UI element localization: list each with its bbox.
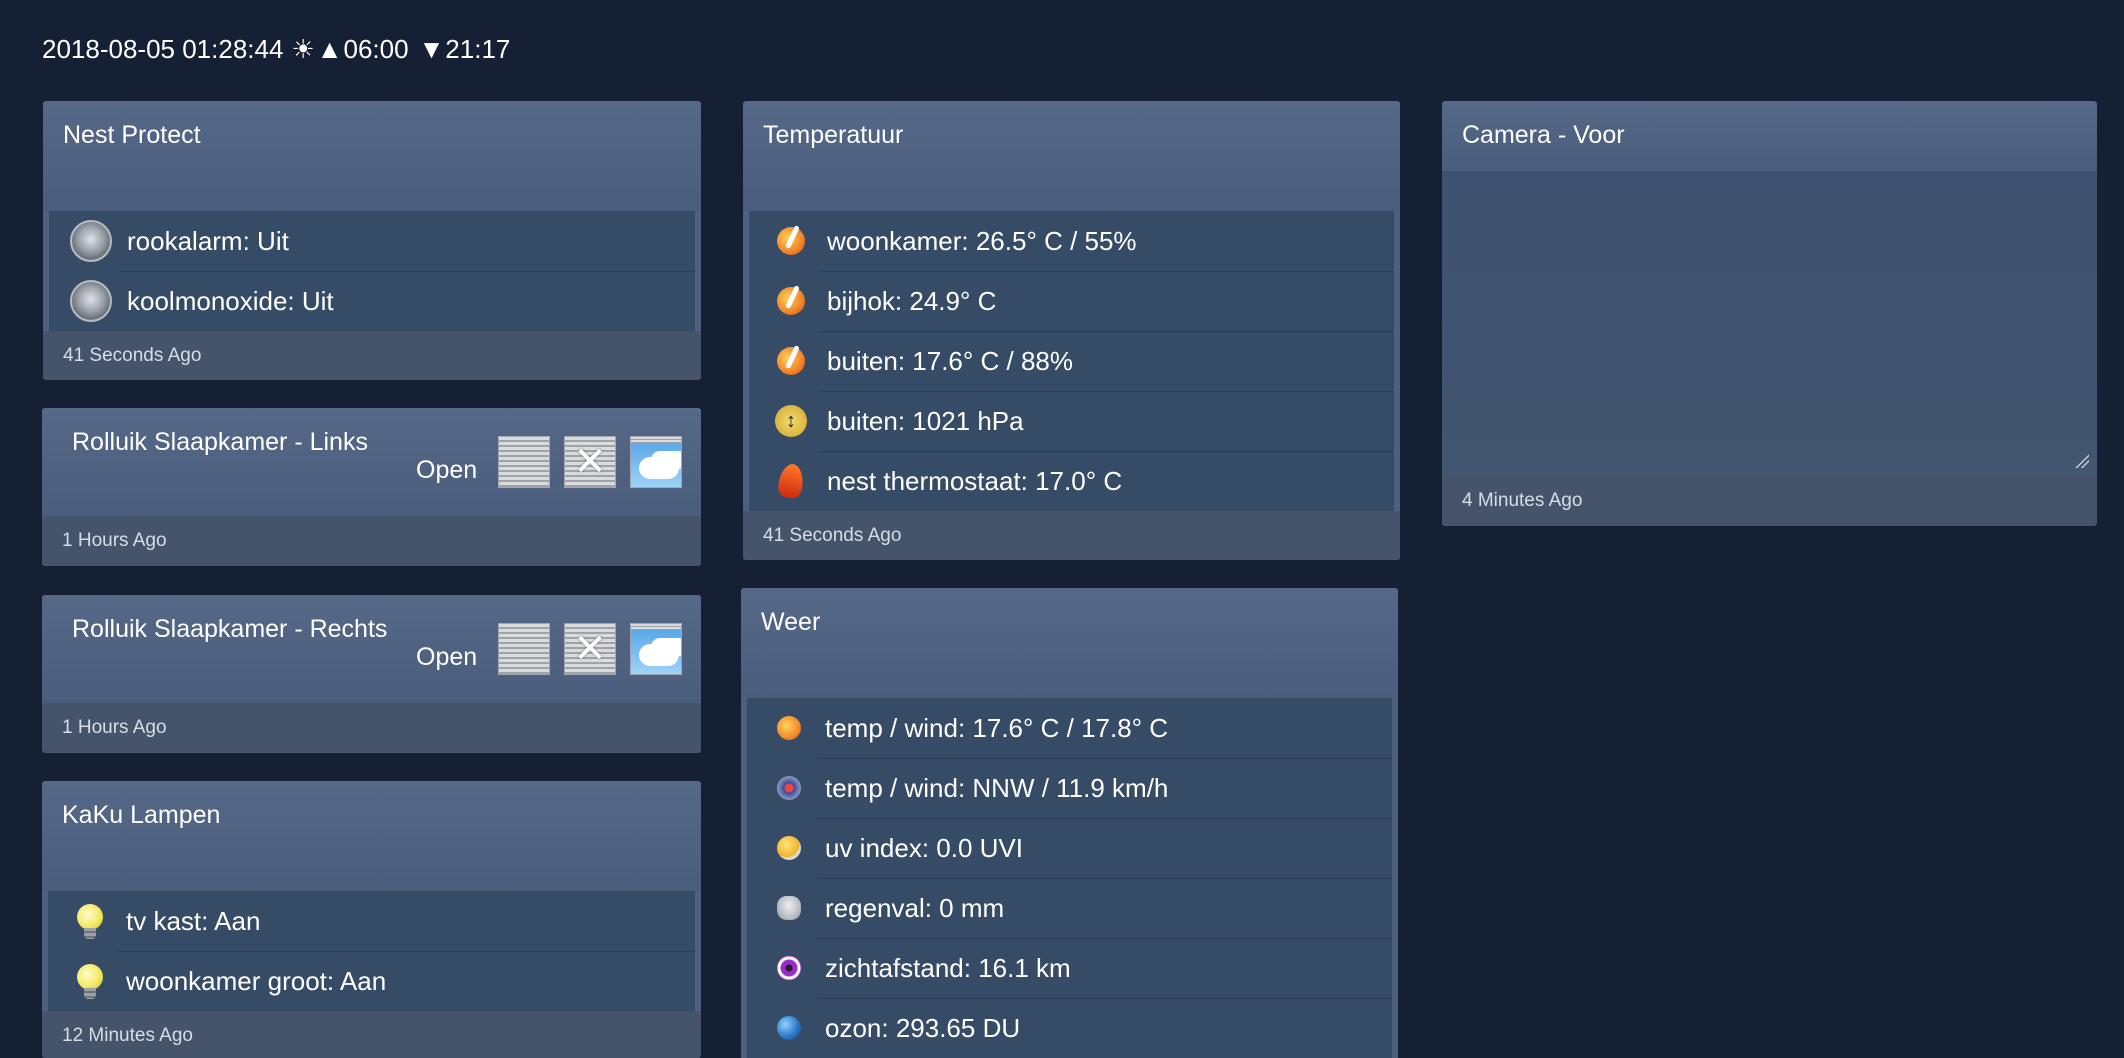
sunset-icon: ▼ — [418, 34, 445, 64]
smoke-detector-icon — [70, 280, 112, 322]
sunset-time: 21:17 — [445, 34, 511, 64]
card-title: Rolluik Slaapkamer - Rechts — [72, 615, 388, 643]
ozone-globe-icon — [777, 1016, 801, 1040]
smoke-detector-icon — [70, 220, 112, 262]
barometer-icon: ↕ — [775, 405, 807, 437]
thermometer-icon — [777, 227, 805, 255]
row-label: tv kast: Aan — [126, 905, 261, 936]
card-title: Rolluik Slaapkamer - Links — [72, 428, 368, 456]
card-footer: 41 Seconds Ago — [743, 511, 1400, 560]
stop-icon: ✕ — [573, 627, 607, 671]
nest-protect-list: rookalarm: Uit koolmonoxide: Uit — [49, 211, 695, 331]
shutter-stop-button[interactable]: ✕ — [564, 623, 616, 675]
list-item[interactable]: woonkamer: 26.5° C / 55% — [749, 211, 1394, 271]
list-item[interactable]: zichtafstand: 16.1 km — [747, 938, 1392, 998]
row-label: temp / wind: NNW / 11.9 km/h — [825, 772, 1169, 803]
shutter-state: Open — [416, 643, 478, 671]
row-label: regenval: 0 mm — [825, 892, 1005, 923]
shutter-state: Open — [416, 456, 478, 484]
card-footer: 1 Hours Ago — [42, 703, 701, 753]
kaku-lampen-card: KaKu Lampen tv kast: Aan woonkamer groot… — [42, 781, 701, 1058]
list-item[interactable]: koolmonoxide: Uit — [49, 271, 695, 331]
card-title: Nest Protect — [63, 121, 201, 149]
sun-icon: ☀ — [291, 34, 315, 64]
list-item[interactable]: ↕ buiten: 1021 hPa — [749, 391, 1394, 451]
list-item[interactable]: bijhok: 24.9° C — [749, 271, 1394, 331]
card-footer: 41 Seconds Ago — [43, 331, 701, 380]
rolluik-links-card: Rolluik Slaapkamer - Links Open ✕ 1 Hour… — [42, 408, 701, 566]
list-item[interactable]: uv index: 0.0 UVI — [747, 818, 1392, 878]
row-label: zichtafstand: 16.1 km — [825, 952, 1071, 983]
card-footer: 4 Minutes Ago — [1442, 476, 2097, 526]
list-item[interactable]: rookalarm: Uit — [49, 211, 695, 271]
card-title: Camera - Voor — [1462, 121, 1625, 149]
temperatuur-list: woonkamer: 26.5° C / 55% bijhok: 24.9° C… — [749, 211, 1394, 511]
thermometer-icon — [777, 287, 805, 315]
wind-compass-icon — [777, 776, 801, 800]
sunrise-icon: ▲ — [316, 34, 343, 64]
datetime: 2018-08-05 01:28:44 — [42, 34, 284, 64]
card-title: KaKu Lampen — [62, 801, 221, 829]
rolluik-rechts-card: Rolluik Slaapkamer - Rechts Open ✕ 1 Hou… — [42, 595, 701, 753]
card-footer: 1 Hours Ago — [42, 516, 701, 566]
sunrise-time: 06:00 — [343, 34, 409, 64]
row-label: uv index: 0.0 UVI — [825, 832, 1023, 863]
list-item[interactable]: tv kast: Aan — [48, 891, 695, 951]
row-label: nest thermostaat: 17.0° C — [827, 465, 1123, 496]
row-label: temp / wind: 17.6° C / 17.8° C — [825, 712, 1169, 743]
kaku-list: tv kast: Aan woonkamer groot: Aan — [48, 891, 695, 1011]
topbar: 2018-08-05 01:28:44 ☀ ▲ 06:00 ▼ 21:17 — [42, 34, 510, 65]
nest-protect-card: Nest Protect rookalarm: Uit koolmonoxide… — [43, 101, 701, 380]
card-footer: 12 Minutes Ago — [42, 1011, 701, 1058]
stop-icon: ✕ — [573, 440, 607, 484]
row-label: buiten: 17.6° C / 88% — [827, 345, 1073, 376]
list-item[interactable]: ozon: 293.65 DU — [747, 998, 1392, 1058]
temperatuur-card: Temperatuur woonkamer: 26.5° C / 55% bij… — [743, 101, 1400, 560]
shutter-up-button[interactable] — [630, 436, 682, 488]
uv-sun-icon — [777, 836, 801, 860]
card-title: Temperatuur — [763, 121, 904, 149]
shutter-down-button[interactable] — [498, 436, 550, 488]
weer-list: temp / wind: 17.6° C / 17.8° C temp / wi… — [747, 698, 1392, 1058]
flame-icon — [776, 462, 806, 500]
weer-card: Weer temp / wind: 17.6° C / 17.8° C temp… — [741, 588, 1398, 1058]
camera-feed[interactable] — [1442, 171, 2097, 476]
row-label: buiten: 1021 hPa — [827, 405, 1024, 436]
list-item[interactable]: nest thermostaat: 17.0° C — [749, 451, 1394, 511]
list-item[interactable]: regenval: 0 mm — [747, 878, 1392, 938]
light-bulb-icon — [77, 904, 103, 939]
list-item[interactable]: temp / wind: 17.6° C / 17.8° C — [747, 698, 1392, 758]
light-bulb-icon — [77, 964, 103, 999]
row-label: woonkamer: 26.5° C / 55% — [827, 225, 1137, 256]
row-label: rookalarm: Uit — [127, 225, 289, 256]
shutter-down-button[interactable] — [498, 623, 550, 675]
resize-grip-icon[interactable] — [2075, 454, 2089, 468]
thermometer-icon — [777, 347, 805, 375]
list-item[interactable]: woonkamer groot: Aan — [48, 951, 695, 1011]
camera-voor-card: Camera - Voor 4 Minutes Ago — [1442, 101, 2097, 526]
temperature-icon — [777, 716, 801, 740]
row-label: bijhok: 24.9° C — [827, 285, 997, 316]
visibility-eye-icon — [777, 956, 801, 980]
list-item[interactable]: buiten: 17.6° C / 88% — [749, 331, 1394, 391]
shutter-up-button[interactable] — [630, 623, 682, 675]
row-label: woonkamer groot: Aan — [126, 965, 387, 996]
list-item[interactable]: temp / wind: NNW / 11.9 km/h — [747, 758, 1392, 818]
row-label: ozon: 293.65 DU — [825, 1012, 1021, 1043]
card-title: Weer — [761, 608, 821, 636]
shutter-stop-button[interactable]: ✕ — [564, 436, 616, 488]
rain-cloud-icon — [777, 896, 801, 920]
row-label: koolmonoxide: Uit — [127, 285, 334, 316]
